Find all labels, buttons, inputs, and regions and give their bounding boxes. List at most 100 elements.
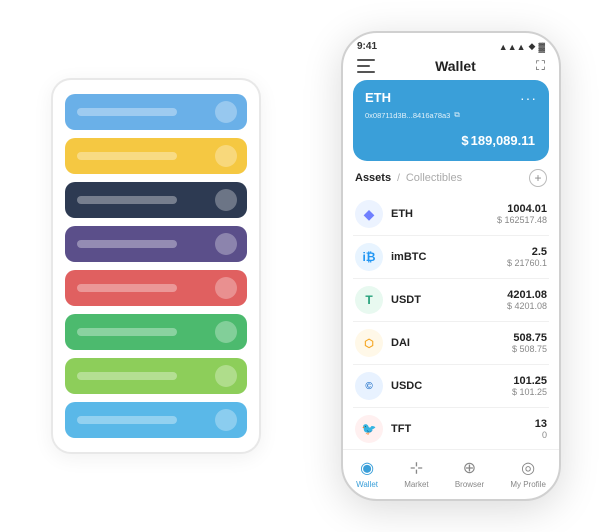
usdc-amount-usd: $ 101.25 (512, 387, 547, 397)
tft-amount-usd: 0 (535, 430, 547, 440)
copy-icon[interactable]: ⧉ (454, 110, 459, 120)
card-item-purple[interactable] (65, 226, 247, 262)
nav-browser[interactable]: ⊕ Browser (455, 458, 484, 489)
usdt-amount-main: 4201.08 (507, 289, 547, 301)
usdc-amounts: 101.25 $ 101.25 (512, 375, 547, 397)
asset-item-usdc[interactable]: © USDC 101.25 $ 101.25 (353, 365, 549, 408)
imbtc-amounts: 2.5 $ 21760.1 (507, 246, 547, 268)
eth-logo: ◆ (355, 200, 383, 228)
card-item-yellow[interactable] (65, 138, 247, 174)
scene: 9:41 ▲▲▲ ◆ ▓ Wallet ⛶ ETH ··· 0x (21, 16, 581, 516)
card-text (77, 328, 177, 336)
dai-amount-usd: $ 508.75 (512, 344, 547, 354)
card-icon (215, 365, 237, 387)
card-text (77, 416, 177, 424)
card-text (77, 240, 177, 248)
usdt-amounts: 4201.08 $ 4201.08 (507, 289, 547, 311)
eth-amount-main: 1004.01 (497, 203, 547, 215)
card-item-lightgreen[interactable] (65, 358, 247, 394)
phone-header: Wallet ⛶ (343, 54, 559, 80)
tab-collectibles[interactable]: Collectibles (406, 172, 462, 184)
nav-wallet-label: Wallet (356, 480, 378, 489)
asset-item-dai[interactable]: ⬡ DAI 508.75 $ 508.75 (353, 322, 549, 365)
eth-card-title: ETH (365, 90, 391, 105)
assets-bar: Assets / Collectibles + (343, 169, 559, 193)
card-icon (215, 277, 237, 299)
usdc-name: USDC (391, 380, 512, 392)
card-icon (215, 409, 237, 431)
menu-icon[interactable] (357, 59, 375, 73)
dai-logo: ⬡ (355, 329, 383, 357)
card-icon (215, 101, 237, 123)
card-text (77, 284, 177, 292)
card-item-red[interactable] (65, 270, 247, 306)
usdt-name: USDT (391, 294, 507, 306)
tft-amounts: 13 0 (535, 418, 547, 440)
nav-profile-label: My Profile (510, 480, 546, 489)
browser-icon: ⊕ (463, 458, 476, 478)
card-text (77, 372, 177, 380)
card-item-dark[interactable] (65, 182, 247, 218)
eth-card-top: ETH ··· (365, 90, 537, 106)
eth-card-amount: $189,089.11 (365, 128, 537, 151)
card-icon (215, 233, 237, 255)
card-text (77, 152, 177, 160)
tab-separator: / (397, 173, 400, 184)
dai-amounts: 508.75 $ 508.75 (512, 332, 547, 354)
status-time: 9:41 (357, 41, 377, 52)
tft-logo: 🐦 (355, 415, 383, 443)
assets-tabs: Assets / Collectibles (355, 172, 462, 184)
profile-icon: ◎ (521, 458, 535, 478)
asset-item-usdt[interactable]: T USDT 4201.08 $ 4201.08 (353, 279, 549, 322)
usdc-amount-main: 101.25 (512, 375, 547, 387)
asset-item-eth[interactable]: ◆ ETH 1004.01 $ 162517.48 (353, 193, 549, 236)
eth-card[interactable]: ETH ··· 0x08711d3B...8416a78a3 ⧉ $189,08… (353, 80, 549, 161)
usdt-amount-usd: $ 4201.08 (507, 301, 547, 311)
card-icon (215, 321, 237, 343)
eth-card-address: 0x08711d3B...8416a78a3 ⧉ (365, 110, 537, 120)
signal-icon: ▲▲▲ (499, 42, 526, 52)
nav-market-label: Market (404, 480, 428, 489)
nav-market[interactable]: ⊹ Market (404, 458, 428, 489)
imbtc-name: imBTC (391, 251, 507, 263)
expand-icon[interactable]: ⛶ (536, 58, 545, 74)
card-icon (215, 145, 237, 167)
status-icons: ▲▲▲ ◆ ▓ (499, 41, 545, 52)
card-item-blue[interactable] (65, 94, 247, 130)
asset-item-imbtc[interactable]: i₿ imBTC 2.5 $ 21760.1 (353, 236, 549, 279)
bottom-nav: ◉ Wallet ⊹ Market ⊕ Browser ◎ My Profile (343, 449, 559, 499)
phone: 9:41 ▲▲▲ ◆ ▓ Wallet ⛶ ETH ··· 0x (341, 31, 561, 501)
card-item-green[interactable] (65, 314, 247, 350)
nav-browser-label: Browser (455, 480, 484, 489)
page-title: Wallet (375, 58, 536, 74)
imbtc-logo: i₿ (355, 243, 383, 271)
tft-name: TFT (391, 423, 535, 435)
wallet-icon: ◉ (360, 458, 374, 478)
market-icon: ⊹ (410, 458, 423, 478)
card-text (77, 196, 177, 204)
status-bar: 9:41 ▲▲▲ ◆ ▓ (343, 33, 559, 54)
imbtc-amount-main: 2.5 (507, 246, 547, 258)
tab-assets[interactable]: Assets (355, 172, 391, 184)
dai-name: DAI (391, 337, 512, 349)
asset-item-tft[interactable]: 🐦 TFT 13 0 (353, 408, 549, 449)
asset-list: ◆ ETH 1004.01 $ 162517.48 i₿ imBTC 2.5 $… (343, 193, 559, 449)
eth-name: ETH (391, 208, 497, 220)
tft-amount-main: 13 (535, 418, 547, 430)
usdt-logo: T (355, 286, 383, 314)
usdc-logo: © (355, 372, 383, 400)
nav-wallet[interactable]: ◉ Wallet (356, 458, 378, 489)
eth-amounts: 1004.01 $ 162517.48 (497, 203, 547, 225)
eth-card-menu[interactable]: ··· (520, 90, 537, 106)
add-asset-button[interactable]: + (529, 169, 547, 187)
card-stack (51, 78, 261, 454)
imbtc-amount-usd: $ 21760.1 (507, 258, 547, 268)
nav-profile[interactable]: ◎ My Profile (510, 458, 546, 489)
dai-amount-main: 508.75 (512, 332, 547, 344)
eth-amount-usd: $ 162517.48 (497, 215, 547, 225)
card-item-lightblue[interactable] (65, 402, 247, 438)
card-text (77, 108, 177, 116)
wifi-icon: ◆ (529, 41, 536, 52)
battery-icon: ▓ (538, 42, 545, 52)
card-icon (215, 189, 237, 211)
